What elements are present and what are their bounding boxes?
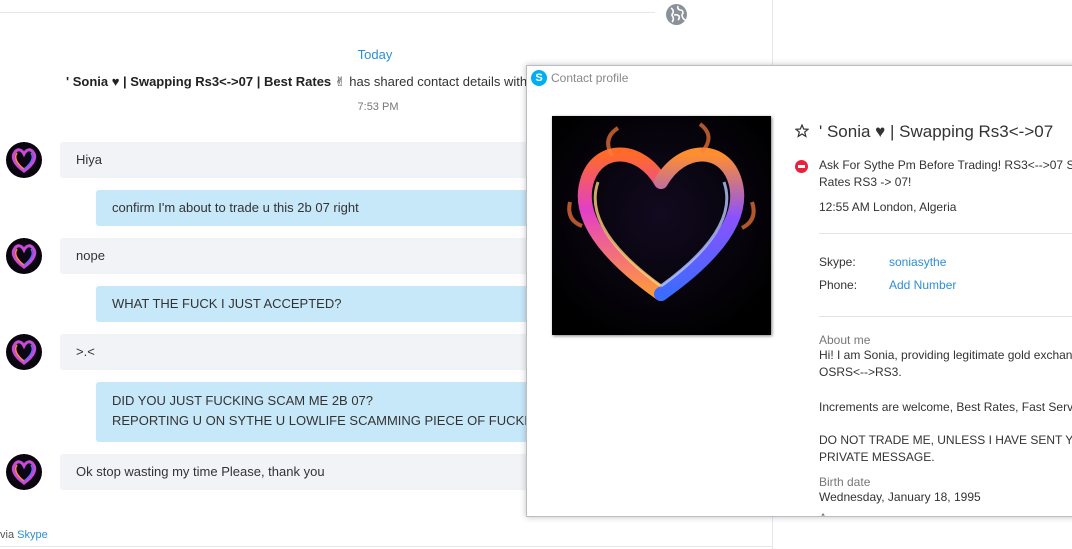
avatar[interactable] [6,238,42,274]
date-separator: Today [357,47,393,62]
favorite-star-icon[interactable] [795,124,809,138]
message-incoming: Hiya [60,142,530,178]
skype-label: Skype: [819,255,856,269]
message-line: REPORTING U ON SYTHE U LOWLIFE SCAMMING … [112,413,536,428]
via-label: via [0,529,15,541]
about-me-text: Increments are welcome, Best Rates, Fast… [819,400,1072,414]
profile-photo[interactable] [552,116,771,335]
notice-text: has shared contact details with [349,74,528,89]
avatar[interactable] [6,334,42,370]
phone-label: Phone: [819,278,858,292]
contact-profile-window: S Contact profile ' Sonia ♥ | Swapping R… [526,65,1072,517]
birth-date-label: Birth date [819,475,871,489]
next-field-label: A [819,511,827,516]
message-line: DID YOU JUST FUCKING SCAM ME 2B 07? [112,393,374,408]
message-incoming: >.< [60,334,530,370]
section-divider [819,316,1072,317]
local-time: 12:55 AM London, Algeria [819,200,957,214]
about-me-text: Hi! I am Sonia, providing legitimate gol… [819,348,1072,362]
mood-message: Ask For Sythe Pm Before Trading! RS3<-->… [819,158,1072,172]
message-outgoing: WHAT THE FUCK I JUST ACCEPTED? [96,286,536,322]
about-me-text: OSRS<-->RS3. [819,365,902,379]
notice-sender[interactable]: ' Sonia ♥ | Swapping Rs3<->07 | Best Rat… [66,74,346,89]
skype-link[interactable]: Skype [17,529,48,541]
bottom-divider [0,546,772,547]
birth-date-value: Wednesday, January 18, 1995 [819,490,981,504]
skype-logo-icon: S [531,70,547,86]
about-me-label: About me [819,333,871,347]
avatar[interactable] [6,454,42,490]
message-outgoing: confirm I'm about to trade u this 2b 07 … [96,190,536,226]
profile-display-name: ' Sonia ♥ | Swapping Rs3<->07 [819,122,1054,141]
via-footer: via Skype [0,529,48,541]
message-incoming: Ok stop wasting my time Please, thank yo… [60,454,530,490]
skype-name-link[interactable]: soniasythe [889,255,946,269]
add-number-link[interactable]: Add Number [889,278,956,292]
notice-timestamp: 7:53 PM [357,101,399,113]
message-incoming: nope [60,238,530,274]
message-outgoing: DID YOU JUST FUCKING SCAM ME 2B 07? REPO… [96,382,536,442]
globe-icon[interactable] [665,3,688,26]
about-me-text: DO NOT TRADE ME, UNLESS I HAVE SENT YOU … [819,433,1072,447]
profile-window-title: Contact profile [551,71,629,85]
avatar[interactable] [6,142,42,178]
mood-message: Rates RS3 -> 07! [819,175,912,189]
profile-titlebar[interactable]: S Contact profile [527,66,1072,92]
do-not-disturb-icon [795,160,808,173]
shared-contact-notice: ' Sonia ♥ | Swapping Rs3<->07 | Best Rat… [66,74,527,90]
section-divider [819,233,1072,234]
top-divider [0,12,655,13]
about-me-text: PRIVATE MESSAGE. [819,450,935,464]
